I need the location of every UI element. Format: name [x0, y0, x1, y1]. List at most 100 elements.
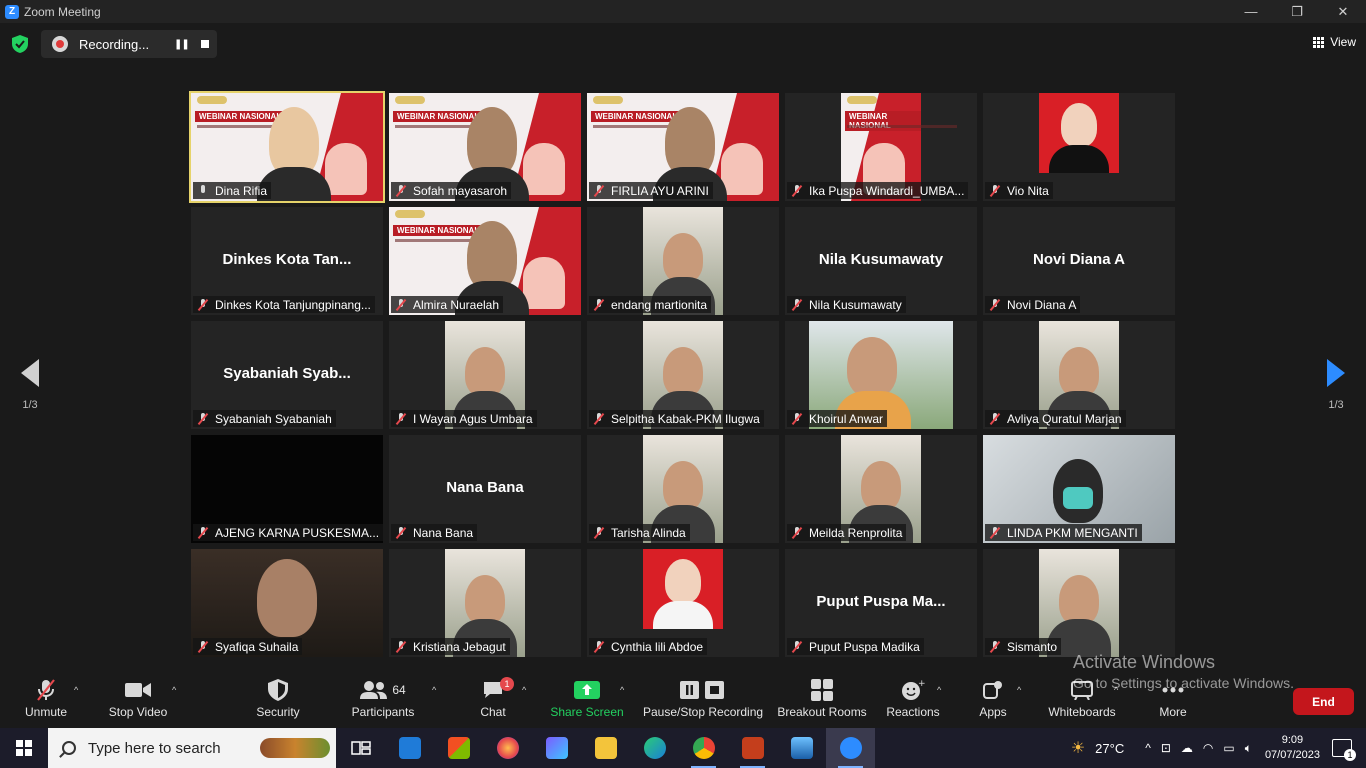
participant-name-label: Syafiqa Suhaila — [193, 638, 303, 655]
microphone-muted-icon — [395, 412, 407, 425]
taskbar-explorer-app[interactable] — [581, 728, 630, 768]
taskbar-chrome-app[interactable] — [679, 728, 728, 768]
volume-icon[interactable]: 🔈︎ — [1245, 741, 1252, 756]
participant-tile[interactable]: Syabaniah Syab... Syabaniah Syabaniah — [191, 321, 383, 429]
participant-tile[interactable]: Tarisha Alinda — [587, 435, 779, 543]
end-meeting-button[interactable]: End — [1293, 688, 1354, 715]
zoom-logo-icon: Z — [5, 4, 19, 19]
participant-tile[interactable]: WEBINAR NASIONAL Ika Puspa Windardi_UMBA.… — [785, 93, 977, 201]
apps-caret-icon[interactable]: ^ — [1017, 685, 1021, 695]
previous-page-button[interactable]: 1/3 — [0, 359, 60, 411]
unmute-button[interactable]: Unmute — [22, 675, 70, 728]
participant-name-label: FIRLIA AYU ARINI — [589, 182, 713, 199]
participant-name-label: Syabaniah Syabaniah — [193, 410, 336, 427]
taskbar-edge-app[interactable] — [630, 728, 679, 768]
weather-temp[interactable]: 27°C — [1095, 741, 1124, 756]
participant-name-label: I Wayan Agus Umbara — [391, 410, 537, 427]
microphone-muted-icon — [37, 679, 55, 701]
security-button[interactable]: Security — [254, 675, 302, 728]
restore-button[interactable]: ❐ — [1274, 0, 1320, 23]
task-view-button[interactable] — [336, 728, 385, 768]
participant-display-name: Nana Bana — [446, 479, 524, 496]
participant-tile[interactable]: Cynthia lili Abdoe — [587, 549, 779, 657]
security-label: Security — [256, 705, 300, 719]
apps-button[interactable]: Apps — [977, 675, 1009, 728]
taskbar-firefox-app[interactable] — [483, 728, 532, 768]
participant-tile[interactable]: Puput Puspa Ma... Puput Puspa Madika — [785, 549, 977, 657]
participant-name: Kristiana Jebagut — [413, 639, 506, 654]
next-page-button[interactable]: 1/3 — [1306, 359, 1366, 411]
taskbar-search-box[interactable]: Type here to search — [48, 728, 336, 768]
taskbar-clipchamp-app[interactable] — [532, 728, 581, 768]
task-view-icon — [350, 741, 371, 755]
participant-tile[interactable]: Selpitha Kabak-PKM Ilugwa — [587, 321, 779, 429]
wifi-icon[interactable]: ◠ — [1203, 741, 1213, 755]
participant-tile[interactable]: Avliya Quratul Marjan — [983, 321, 1175, 429]
participant-tile[interactable]: AJENG KARNA PUSKESMA... — [191, 435, 383, 543]
participant-name: AJENG KARNA PUSKESMA... — [215, 525, 380, 540]
participant-tile[interactable]: WEBINAR NASIONAL FIRLIA AYU ARINI — [587, 93, 779, 201]
share-screen-button[interactable]: Share Screen — [550, 675, 624, 728]
participants-button[interactable]: 64 Participants — [350, 675, 416, 728]
encryption-shield-icon[interactable] — [12, 35, 28, 53]
reactions-label: Reactions — [886, 705, 940, 719]
participant-tile[interactable]: Sismanto — [983, 549, 1175, 657]
microphone-muted-icon — [791, 184, 803, 197]
start-button[interactable] — [0, 728, 48, 768]
participant-tile[interactable]: LINDA PKM MENGANTI — [983, 435, 1175, 543]
onedrive-icon[interactable]: ☁ — [1181, 741, 1193, 755]
view-button[interactable]: View — [1313, 35, 1356, 49]
weather-icon[interactable]: ☀ — [1071, 738, 1085, 758]
participant-name-label: Cynthia lili Abdoe — [589, 638, 708, 655]
participant-name-label: Nila Kusumawaty — [787, 296, 906, 313]
participant-tile[interactable]: Meilda Renprolita — [785, 435, 977, 543]
notification-center-icon[interactable]: 1 — [1332, 739, 1356, 761]
participant-name-label: Almira Nuraelah — [391, 296, 504, 313]
taskbar-clock[interactable]: 9:09 07/07/2023 — [1265, 733, 1320, 763]
participant-tile[interactable]: Dinkes Kota Tan... Dinkes Kota Tanjungpin… — [191, 207, 383, 315]
participant-tile[interactable]: Kristiana Jebagut — [389, 549, 581, 657]
participant-tile[interactable]: Vio Nita — [983, 93, 1175, 201]
participant-tile[interactable]: Nana Bana Nana Bana — [389, 435, 581, 543]
participant-tile[interactable]: Khoirul Anwar — [785, 321, 977, 429]
close-button[interactable]: ✕ — [1320, 0, 1366, 23]
participant-tile[interactable]: Syafiqa Suhaila — [191, 549, 383, 657]
participant-tile[interactable]: Novi Diana A Novi Diana A — [983, 207, 1175, 315]
microphone-muted-icon — [197, 526, 209, 539]
participant-tile[interactable]: Nila Kusumawaty Nila Kusumawaty — [785, 207, 977, 315]
video-options-caret-icon[interactable]: ^ — [172, 685, 176, 695]
reactions-button[interactable]: + Reactions — [886, 675, 940, 728]
participant-name-label: Dinkes Kota Tanjungpinang... — [193, 296, 375, 313]
taskbar-mail-app[interactable] — [385, 728, 434, 768]
chat-button[interactable]: 1 Chat — [478, 675, 514, 728]
meet-now-icon[interactable]: ⊡ — [1161, 741, 1171, 755]
taskbar-powerpoint-app[interactable] — [728, 728, 777, 768]
participant-name-label: Sismanto — [985, 638, 1062, 655]
unmute-label: Unmute — [24, 705, 68, 719]
webinar-slide-title: WEBINAR NASIONAL — [393, 225, 484, 236]
stop-video-button[interactable]: Stop Video — [107, 675, 169, 728]
participant-tile[interactable]: I Wayan Agus Umbara — [389, 321, 581, 429]
microphone-muted-icon — [791, 412, 803, 425]
arrow-left-icon — [21, 359, 39, 387]
chat-caret-icon[interactable]: ^ — [522, 685, 526, 695]
participant-tile[interactable]: endang martionita — [587, 207, 779, 315]
participant-tile[interactable]: WEBINAR NASIONAL Sofah mayasaroh — [389, 93, 581, 201]
pause-recording-icon[interactable]: ❚❚ — [174, 39, 190, 50]
breakout-rooms-button[interactable]: Breakout Rooms — [777, 675, 867, 728]
reactions-caret-icon[interactable]: ^ — [937, 685, 941, 695]
tray-chevron-icon[interactable]: ^ — [1145, 741, 1151, 755]
taskbar-zoom-app[interactable] — [826, 728, 875, 768]
battery-icon[interactable]: ▭ — [1223, 741, 1234, 755]
microphone-muted-icon — [989, 526, 1001, 539]
participant-tile[interactable]: WEBINAR NASIONAL Almira Nuraelah — [389, 207, 581, 315]
audio-options-caret-icon[interactable]: ^ — [74, 685, 78, 695]
stop-recording-icon[interactable] — [201, 40, 209, 48]
pause-stop-recording-button[interactable]: Pause/Stop Recording — [643, 675, 763, 728]
minimize-button[interactable]: — — [1228, 0, 1274, 23]
taskbar-store-app[interactable] — [434, 728, 483, 768]
share-caret-icon[interactable]: ^ — [620, 685, 624, 695]
participant-tile[interactable]: WEBINAR NASIONAL Dina Rifia — [189, 91, 385, 203]
participants-caret-icon[interactable]: ^ — [432, 685, 436, 695]
taskbar-photos-app[interactable] — [777, 728, 826, 768]
